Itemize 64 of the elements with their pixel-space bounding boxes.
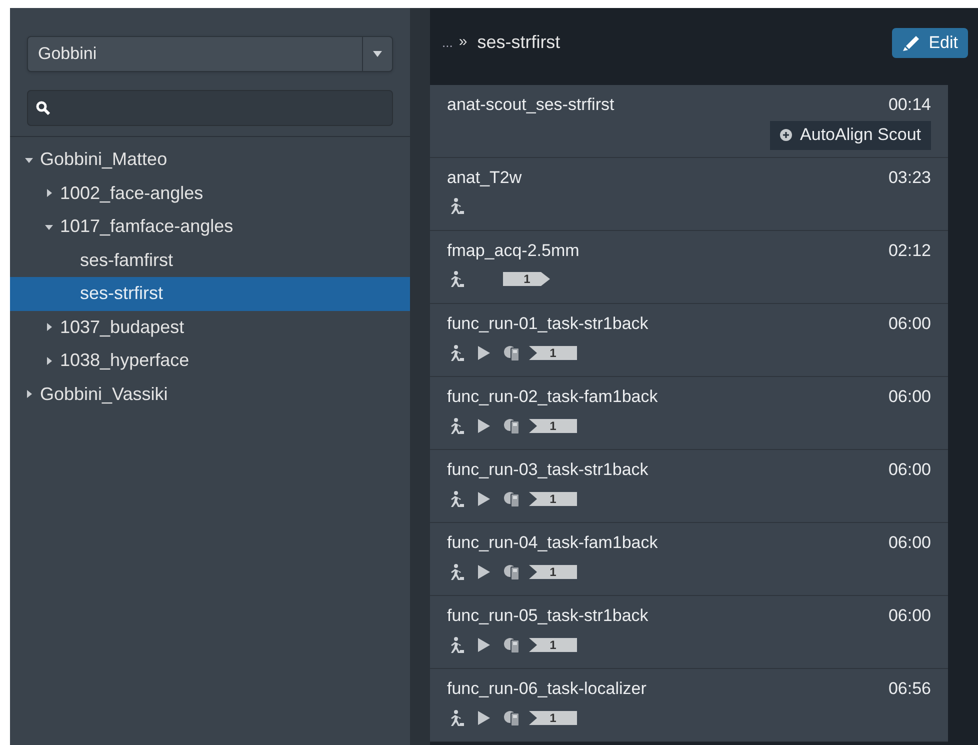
- scan-row[interactable]: func_run-06_task-localizer 06:56 1: [430, 669, 948, 742]
- caret-right-icon[interactable]: [44, 356, 54, 366]
- scan-duration: 06:00: [888, 605, 931, 627]
- tree-item[interactable]: 1037_budapest: [10, 310, 410, 344]
- plus-circle-icon: [780, 129, 792, 141]
- scan-name: fmap_acq-2.5mm: [447, 240, 580, 262]
- chevron-tag: 1: [529, 490, 577, 506]
- scan-duration: 06:00: [888, 459, 931, 481]
- tree-item[interactable]: Gobbini_Vassiki: [10, 378, 410, 411]
- edit-button[interactable]: Edit: [892, 28, 968, 58]
- scan-row[interactable]: fmap_acq-2.5mm 02:12 1: [430, 231, 948, 304]
- scan-duration: 06:56: [888, 678, 931, 700]
- chevron-tag: 1: [529, 418, 577, 434]
- chevron-tag: 1: [529, 564, 577, 580]
- scan-name: anat-scout_ses-strfirst: [447, 94, 614, 116]
- chevron-tag: 1: [529, 636, 577, 652]
- scan-duration: 06:00: [888, 532, 931, 554]
- play-icon: [477, 710, 491, 726]
- scan-row[interactable]: func_run-05_task-str1back 06:00 1: [430, 596, 948, 669]
- play-icon: [477, 564, 491, 580]
- caret-right-icon[interactable]: [24, 389, 34, 400]
- project-dropdown[interactable]: Gobbini: [27, 36, 393, 72]
- tree-item[interactable]: Gobbini_Matteo: [10, 143, 410, 176]
- tree-item[interactable]: 1038_hyperface: [10, 344, 410, 378]
- scan-row[interactable]: func_run-03_task-str1back 06:00 1: [430, 450, 948, 523]
- scan-row[interactable]: func_run-02_task-fam1back 06:00 1: [430, 377, 948, 450]
- tree-item[interactable]: ses-famfirst: [10, 244, 410, 277]
- search-field[interactable]: [27, 90, 393, 126]
- breadcrumb-separator: »: [458, 32, 468, 52]
- scan-row[interactable]: func_run-01_task-str1back 06:00 1: [430, 304, 948, 377]
- play-icon: [477, 490, 491, 506]
- scan-row[interactable]: anat-scout_ses-strfirst 00:14 AutoAlign Scout: [430, 85, 948, 158]
- play-icon: [477, 418, 491, 434]
- play-icon: [477, 636, 491, 652]
- caret-right-icon[interactable]: [44, 322, 54, 332]
- chevron-tag: 1: [529, 710, 577, 726]
- scan-name: func_run-06_task-localizer: [447, 678, 646, 700]
- scan-name: func_run-02_task-fam1back: [447, 386, 658, 408]
- tree-item[interactable]: 1002_face-angles: [10, 176, 410, 210]
- caret-right-icon[interactable]: [44, 188, 54, 198]
- scan-duration: 02:12: [888, 240, 931, 262]
- breadcrumb-current: ses-strfirst: [477, 31, 560, 54]
- scan-duration: 06:00: [888, 386, 931, 408]
- scan-row[interactable]: func_run-04_task-fam1back 06:00 1: [430, 523, 948, 596]
- caret-icon: [373, 51, 382, 57]
- breadcrumb-ellipsis[interactable]: ...: [442, 32, 453, 52]
- scan-duration: 06:00: [888, 313, 931, 335]
- search-icon: [36, 101, 50, 115]
- tree-item[interactable]: ses-strfirst: [10, 277, 410, 310]
- autoalign-button[interactable]: AutoAlign Scout: [770, 120, 931, 150]
- play-icon: [477, 344, 491, 360]
- scan-duration: 03:23: [888, 167, 931, 189]
- scan-name: func_run-04_task-fam1back: [447, 532, 658, 554]
- scan-row[interactable]: anat_T2w 03:23: [430, 158, 948, 231]
- dropdown-value: Gobbini: [37, 43, 98, 66]
- scan-name: func_run-03_task-str1back: [447, 459, 648, 481]
- chevron-tag: 1: [529, 344, 577, 360]
- scan-name: func_run-01_task-str1back: [447, 313, 648, 335]
- scan-duration: 00:14: [888, 94, 931, 116]
- tree-item[interactable]: 1017_famface-angles: [10, 210, 410, 244]
- scan-name: anat_T2w: [447, 167, 522, 189]
- arrow-tag: 1: [503, 270, 551, 286]
- pencil-icon: [902, 34, 922, 52]
- scan-name: func_run-05_task-str1back: [447, 605, 648, 627]
